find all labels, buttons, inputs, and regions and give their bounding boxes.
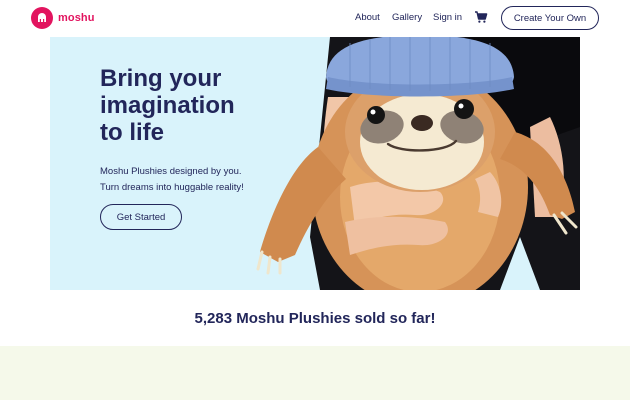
hero-subtitle-line: Turn dreams into huggable reality!: [100, 182, 244, 193]
plushies-sold-counter: 5,283 Moshu Plushies sold so far!: [194, 310, 436, 327]
nav-about-link[interactable]: About: [355, 12, 380, 23]
elephant-icon: [31, 7, 53, 29]
nav-gallery-link[interactable]: Gallery: [392, 12, 422, 23]
top-nav: moshu About Gallery Sign in Create Your …: [0, 0, 630, 36]
get-started-button[interactable]: Get Started: [100, 204, 182, 230]
hero-subtitle-line: Moshu Plushies designed by you.: [100, 166, 242, 177]
brand-name: moshu: [58, 12, 95, 24]
hero-section: Bring your imagination to life Moshu Plu…: [50, 37, 580, 290]
hero-subtitle: Moshu Plushies designed by you. Turn dre…: [100, 164, 244, 196]
brand-logo[interactable]: moshu: [31, 7, 95, 29]
create-your-own-button[interactable]: Create Your Own: [501, 6, 599, 30]
nav-signin-link[interactable]: Sign in: [433, 12, 462, 23]
shopping-cart-icon[interactable]: [474, 10, 488, 24]
sloth-plush-photo: [256, 37, 580, 290]
next-section-band: [0, 346, 630, 400]
